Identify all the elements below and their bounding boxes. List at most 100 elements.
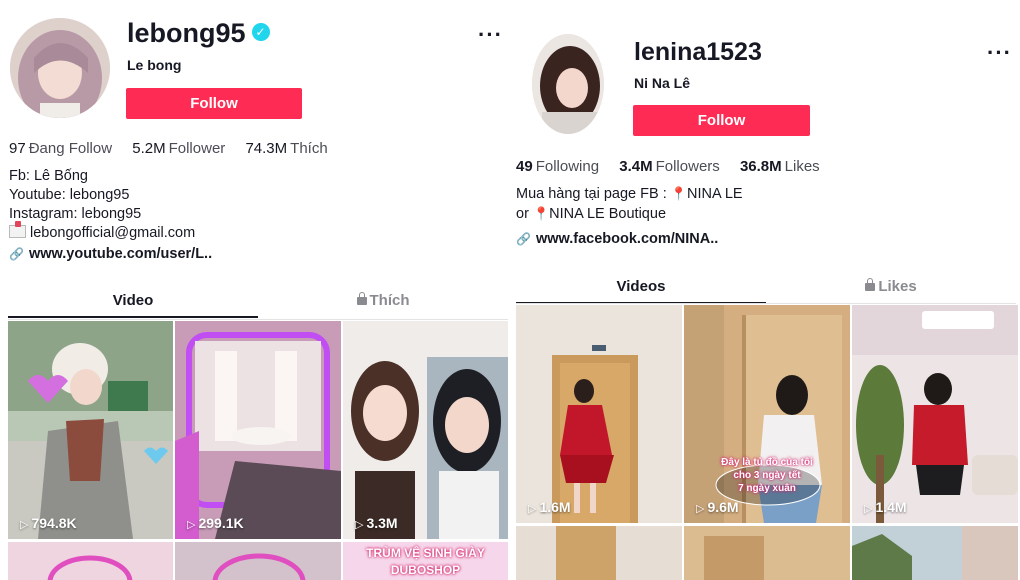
video-caption: TRÙM VỆ SINH GIÀY bbox=[366, 546, 485, 560]
follow-button[interactable]: Follow bbox=[126, 88, 302, 119]
tab-divider bbox=[8, 319, 508, 320]
username-text: lebong95 bbox=[127, 18, 246, 48]
profile-stats: 97 Đang Follow 5.2M Follower 74.3M Thích bbox=[9, 140, 344, 157]
video-caption: DUBOSHOP bbox=[390, 563, 461, 577]
pin-icon: 📍 bbox=[670, 186, 687, 201]
profile-link[interactable]: 🔗 www.youtube.com/user/L.. bbox=[9, 246, 212, 262]
bio-line: Instagram: lebong95 bbox=[9, 206, 142, 222]
tab-videos[interactable]: Videos bbox=[516, 276, 766, 304]
video-thumbnail-image bbox=[8, 321, 173, 539]
tab-liked-label: Likes bbox=[878, 278, 917, 295]
tab-liked-label: Thích bbox=[369, 292, 410, 309]
play-icon: ▷ bbox=[355, 519, 364, 531]
profile-username: lebong95 ✓ bbox=[127, 18, 270, 49]
tab-videos[interactable]: Video bbox=[8, 290, 258, 318]
view-count: ▷ 299.1K bbox=[187, 515, 244, 531]
video-thumbnail-image bbox=[516, 305, 682, 523]
more-icon[interactable]: ··· bbox=[478, 24, 503, 46]
pin-icon: 📍 bbox=[532, 206, 550, 221]
profile-bio: Mua hàng tại page FB : 📍NINA LE or 📍NINA… bbox=[516, 184, 743, 224]
video-caption: 7 ngày xuân bbox=[738, 483, 796, 494]
video-thumbnail[interactable]: TRÙM VỆ SINH GIÀY DUBOSHOP bbox=[343, 542, 508, 580]
profile-tabs: Video Thích bbox=[8, 290, 508, 320]
following-count[interactable]: 49 bbox=[516, 158, 533, 175]
profile-link[interactable]: 🔗 www.facebook.com/NINA.. bbox=[516, 231, 718, 247]
likes-count: 74.3M bbox=[245, 140, 288, 157]
tab-videos-label: Videos bbox=[616, 278, 666, 295]
tab-liked[interactable]: Likes bbox=[766, 276, 1016, 304]
video-thumbnail[interactable]: ▷ 299.1K bbox=[175, 321, 341, 539]
video-thumbnail[interactable] bbox=[684, 526, 850, 580]
video-thumbnail[interactable] bbox=[852, 526, 1018, 580]
bio-line: Mua hàng tại page FB : 📍NINA LE bbox=[516, 184, 743, 204]
video-thumbnail[interactable]: ▷ 3.3M bbox=[343, 321, 508, 539]
followers-label: Follower bbox=[168, 140, 226, 157]
video-thumbnail-image bbox=[852, 305, 1018, 523]
play-icon: ▷ bbox=[864, 503, 873, 515]
profile-bio: Fb: Lê Bống Youtube: lebong95 Instagram:… bbox=[9, 167, 195, 243]
tab-liked[interactable]: Thích bbox=[258, 290, 508, 318]
play-icon: ▷ bbox=[187, 519, 196, 531]
play-icon: ▷ bbox=[696, 503, 705, 515]
following-label: Đang Follow bbox=[28, 140, 113, 157]
view-count-text: 1.6M bbox=[539, 499, 571, 515]
right-profile-panel: lenina1523 Ni Na Lê ··· Follow 49 Followi… bbox=[510, 0, 1020, 580]
likes-label: Thích bbox=[290, 140, 328, 157]
profile-avatar[interactable] bbox=[10, 18, 110, 118]
video-thumbnail-image bbox=[516, 526, 682, 580]
tab-divider bbox=[516, 303, 1016, 304]
play-icon: ▷ bbox=[528, 503, 537, 515]
follow-button[interactable]: Follow bbox=[633, 105, 810, 136]
video-thumbnail[interactable]: ▷ 1.4M bbox=[852, 305, 1018, 523]
followers-count[interactable]: 5.2M bbox=[132, 140, 165, 157]
video-thumbnail[interactable]: ▷ 1.6M bbox=[516, 305, 682, 523]
mail-icon bbox=[9, 221, 26, 238]
lock-icon bbox=[865, 278, 876, 291]
video-thumbnail-image bbox=[343, 321, 508, 539]
verified-icon: ✓ bbox=[251, 22, 270, 41]
profile-avatar[interactable] bbox=[532, 34, 604, 134]
tab-videos-label: Video bbox=[112, 292, 154, 309]
profile-stats: 49 Following 3.4M Followers 36.8M Likes bbox=[516, 158, 836, 175]
video-thumbnail[interactable]: ▷ 794.8K bbox=[8, 321, 173, 539]
bio-line: Youtube: lebong95 bbox=[9, 187, 130, 203]
video-caption: cho 3 ngày tết bbox=[733, 470, 801, 481]
following-count[interactable]: 97 bbox=[9, 140, 26, 157]
view-count-text: 794.8K bbox=[31, 515, 77, 531]
left-profile-panel: lebong95 ✓ Le bong ··· Follow 97 Đang Foll… bbox=[0, 0, 510, 580]
following-label: Following bbox=[535, 158, 600, 175]
avatar-photo bbox=[10, 18, 110, 118]
profile-nickname: Le bong bbox=[127, 57, 182, 73]
view-count-text: 9.6M bbox=[707, 499, 739, 515]
view-count-text: 299.1K bbox=[198, 515, 244, 531]
avatar-photo bbox=[532, 34, 604, 134]
profile-link-text: www.youtube.com/user/L.. bbox=[28, 246, 213, 262]
bio-email-line: lebongofficial@gmail.com bbox=[9, 221, 196, 243]
video-thumbnail[interactable] bbox=[8, 542, 173, 580]
followers-count[interactable]: 3.4M bbox=[619, 158, 652, 175]
bio-text: NINA LE bbox=[686, 186, 743, 202]
play-icon: ▷ bbox=[20, 519, 29, 531]
view-count-text: 3.3M bbox=[366, 515, 398, 531]
view-count: ▷ 1.6M bbox=[528, 499, 571, 515]
link-icon: 🔗 bbox=[516, 232, 531, 246]
video-thumbnail[interactable] bbox=[175, 542, 341, 580]
link-icon: 🔗 bbox=[9, 247, 24, 261]
followers-label: Followers bbox=[655, 158, 720, 175]
view-count: ▷ 3.3M bbox=[355, 515, 398, 531]
video-thumbnail[interactable] bbox=[516, 526, 682, 580]
likes-label: Likes bbox=[784, 158, 820, 175]
view-count: ▷ 794.8K bbox=[20, 515, 77, 531]
view-count: ▷ 9.6M bbox=[696, 499, 739, 515]
bio-email: lebongofficial@gmail.com bbox=[30, 225, 196, 241]
video-thumbnail[interactable]: Đây là tủ đồ của tôi cho 3 ngày tết 7 ng… bbox=[684, 305, 850, 523]
more-icon[interactable]: ··· bbox=[987, 42, 1012, 64]
profile-username: lenina1523 bbox=[634, 38, 762, 66]
video-caption: Đây là tủ đồ của tôi bbox=[721, 457, 813, 468]
bio-text: or bbox=[516, 206, 529, 222]
bio-line: or 📍NINA LE Boutique bbox=[516, 204, 743, 224]
bio-text: NINA LE Boutique bbox=[549, 206, 667, 222]
video-thumbnail-image bbox=[175, 321, 341, 539]
bio-line: Fb: Lê Bống bbox=[9, 168, 88, 184]
video-thumbnail-image bbox=[684, 526, 850, 580]
